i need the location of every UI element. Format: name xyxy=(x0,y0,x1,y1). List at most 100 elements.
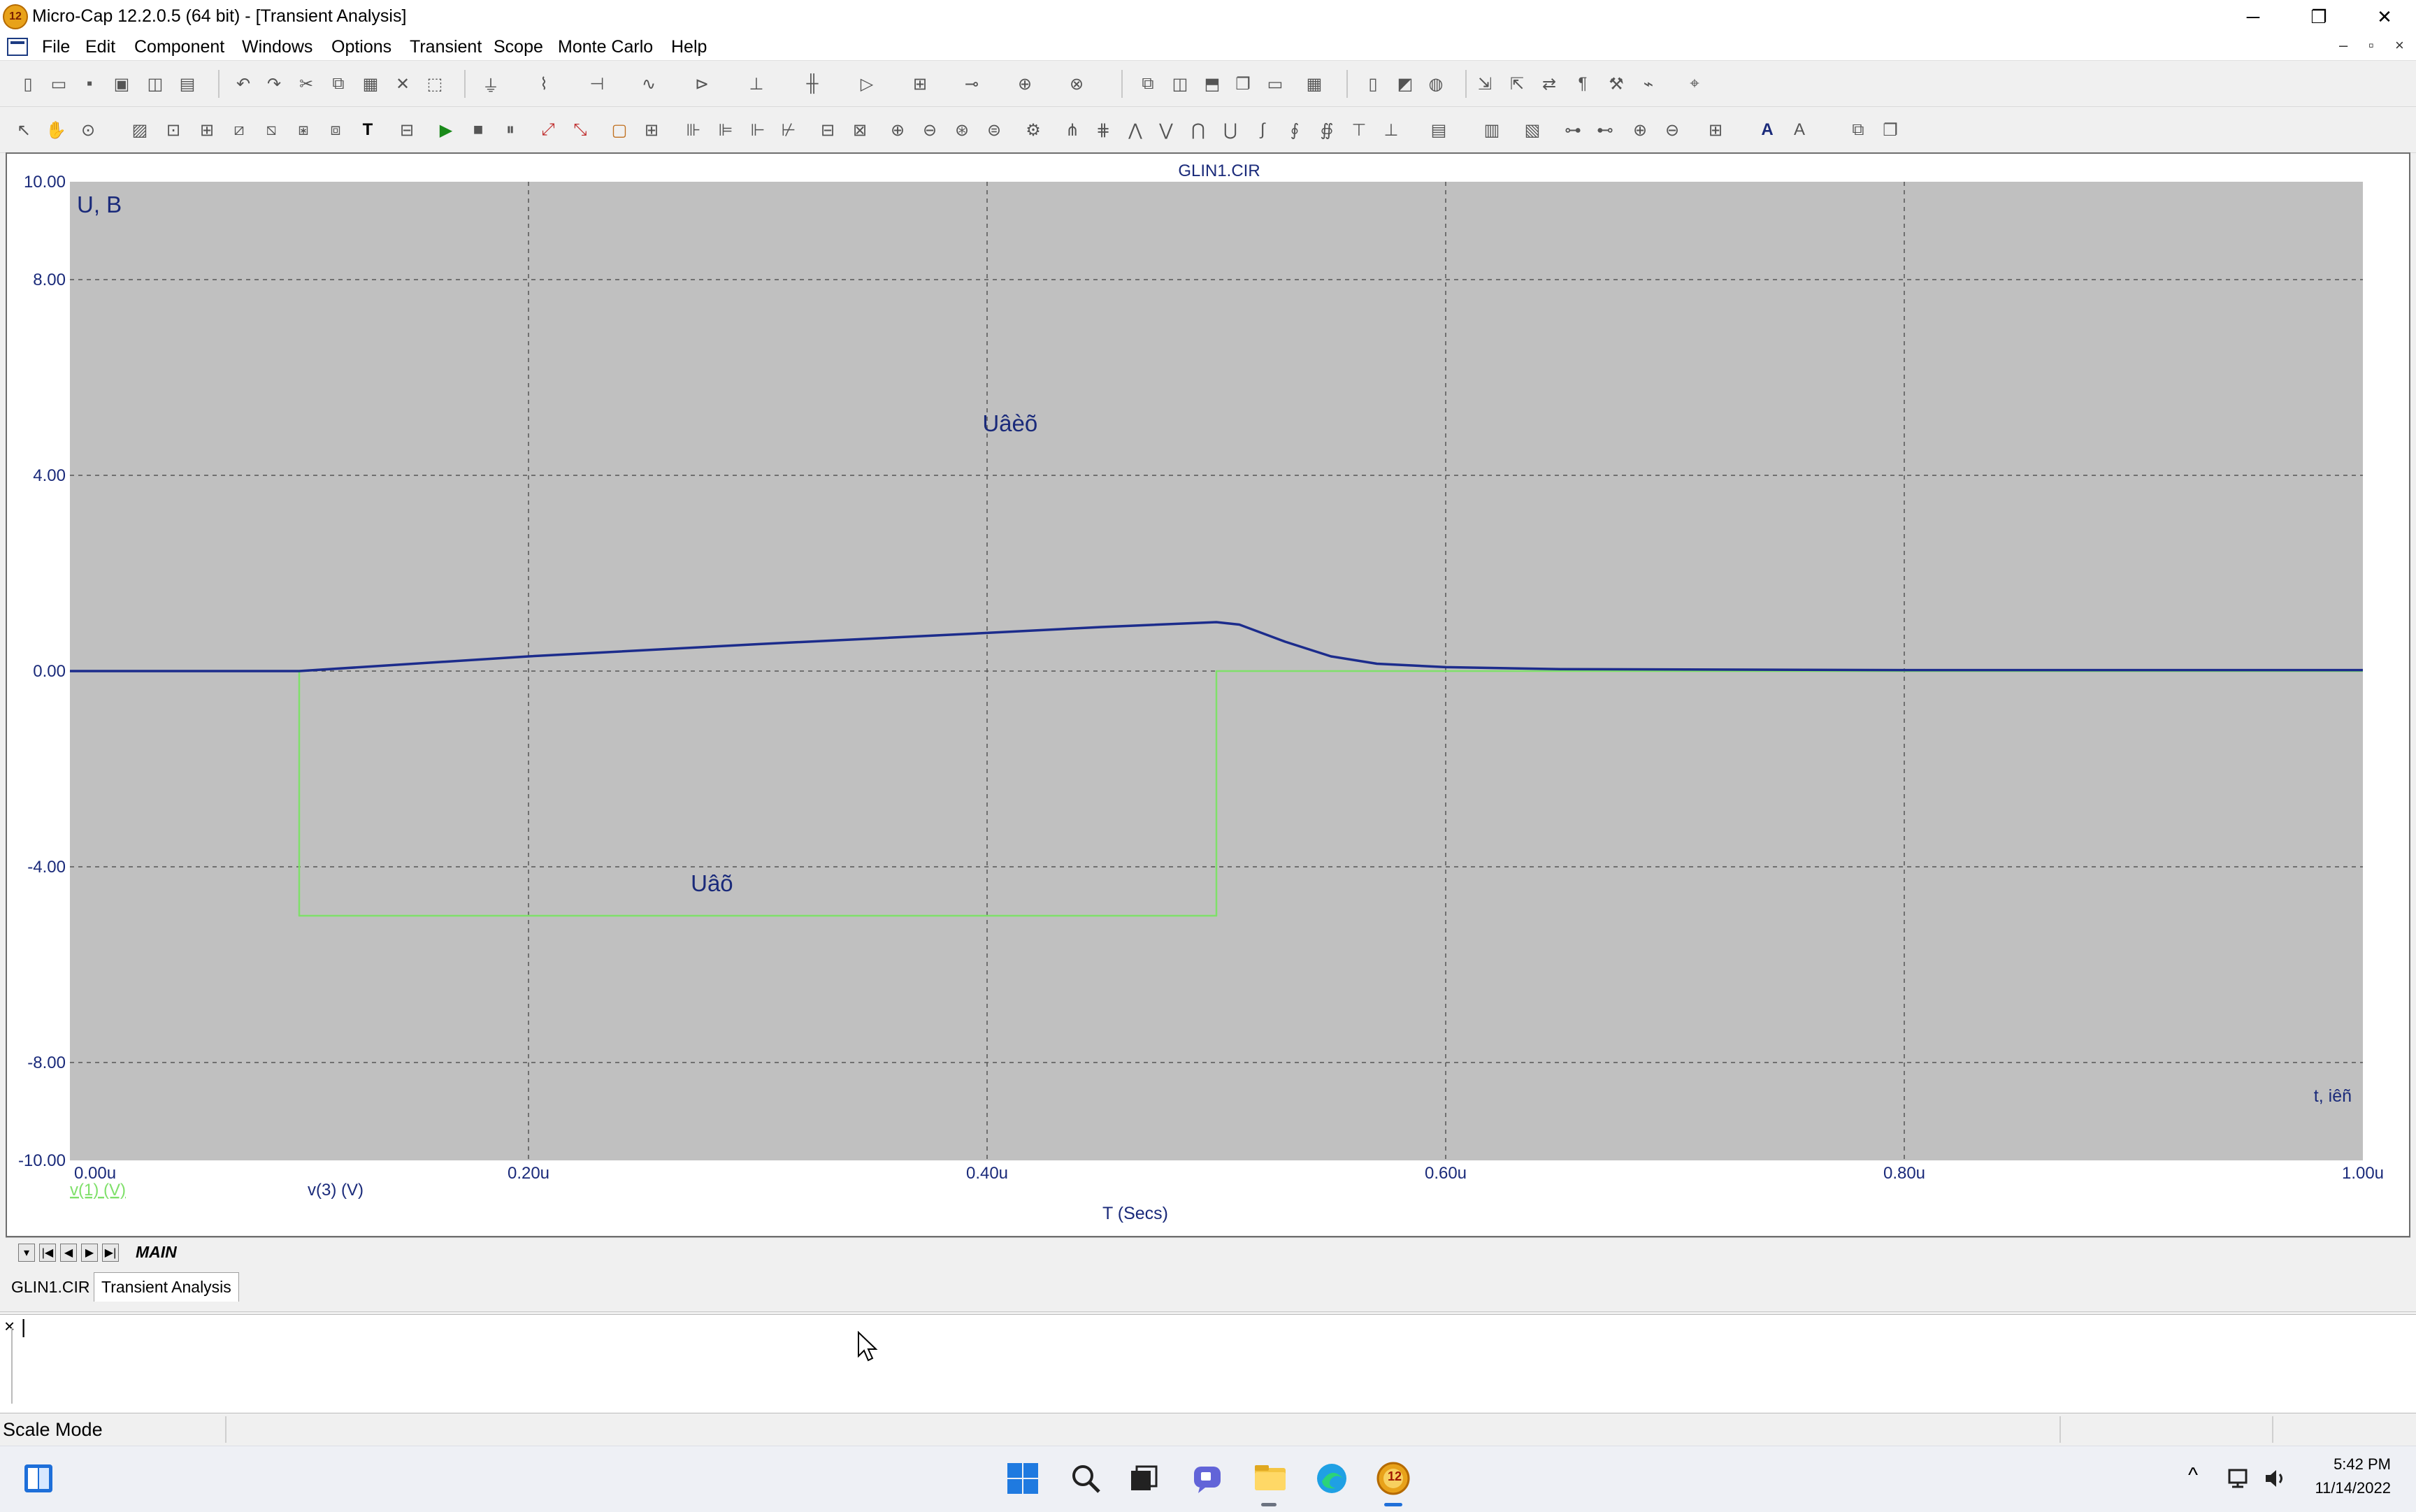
zoom-in-icon[interactable]: ⊕ xyxy=(885,117,910,143)
command-close-icon[interactable]: × xyxy=(4,1316,15,1337)
restore-button[interactable]: ❐ xyxy=(2286,0,2352,34)
scale-mode-icon[interactable]: ⊙ xyxy=(76,117,101,143)
ruler-icon[interactable]: ⊶ xyxy=(1560,117,1586,143)
clipboard-icon[interactable]: ▤ xyxy=(1426,117,1451,143)
save-icon[interactable]: ▪ xyxy=(77,71,102,96)
search-icon[interactable] xyxy=(1067,1460,1105,1497)
font-size-icon[interactable]: A xyxy=(1787,117,1812,143)
select-all-icon[interactable]: ⬚ xyxy=(422,71,447,96)
sheet-tab-main[interactable]: MAIN xyxy=(136,1243,177,1262)
edge-browser-icon[interactable] xyxy=(1313,1460,1351,1497)
microcap-app-icon[interactable]: 12 xyxy=(3,4,28,29)
auto-scale-icon[interactable]: ⊜ xyxy=(982,117,1007,143)
source-component-icon[interactable]: ⊕ xyxy=(1012,71,1037,96)
convert-icon[interactable]: ⇄ xyxy=(1537,71,1562,96)
menu-help[interactable]: Help xyxy=(671,37,707,57)
cut-icon[interactable]: ✂ xyxy=(294,71,319,96)
bottom-icon[interactable]: ⊥ xyxy=(1379,117,1404,143)
zoom-fit-icon[interactable]: ⊛ xyxy=(949,117,975,143)
run-icon[interactable]: ▶ xyxy=(433,117,459,143)
inductor-component-icon[interactable]: ∿ xyxy=(636,71,661,96)
mdi-minimize-button[interactable]: – xyxy=(2339,36,2347,55)
resistor-component-icon[interactable]: ⌇ xyxy=(531,71,556,96)
opamp-component-icon[interactable]: ▷ xyxy=(854,71,879,96)
bring-front-icon[interactable]: ⧉ xyxy=(1846,117,1871,143)
picture-icon[interactable]: ▨ xyxy=(127,117,152,143)
plus-mode-icon[interactable]: ⊷ xyxy=(1592,117,1618,143)
stepping-icon[interactable]: ⤢ xyxy=(535,117,561,143)
diode-component-icon[interactable]: ⊳ xyxy=(689,71,714,96)
grid-icon[interactable]: ⊞ xyxy=(639,117,664,143)
new-file-icon[interactable]: ▯ xyxy=(15,71,41,96)
close-button[interactable]: ✕ xyxy=(2352,0,2416,34)
open-file-icon[interactable]: ▭ xyxy=(46,71,71,96)
graph-scale-icon[interactable]: ⊡ xyxy=(161,117,186,143)
grid-layout-icon[interactable]: ⊞ xyxy=(1703,117,1728,143)
legend-series-v1[interactable]: v(1) (V) xyxy=(70,1181,126,1200)
menu-edit[interactable]: Edit xyxy=(85,37,115,57)
stop-icon[interactable]: ■ xyxy=(466,117,491,143)
sheet-first-button[interactable]: |◀ xyxy=(39,1244,56,1262)
send-back-icon[interactable]: ❐ xyxy=(1878,117,1903,143)
high-icon[interactable]: ⋂ xyxy=(1186,117,1211,143)
top-icon[interactable]: ⊤ xyxy=(1346,117,1372,143)
cursor-valley-icon[interactable]: ⊟ xyxy=(815,117,840,143)
widgets-icon[interactable] xyxy=(20,1460,57,1497)
low-icon[interactable]: ⋃ xyxy=(1218,117,1243,143)
battery-component-icon[interactable]: ⊞ xyxy=(907,71,933,96)
peak-icon[interactable]: ⋀ xyxy=(1123,117,1148,143)
cursor-right-icon[interactable]: ⊩ xyxy=(745,117,770,143)
analysis-plot-icon[interactable]: ⌁ xyxy=(1636,71,1661,96)
print-icon[interactable]: ▤ xyxy=(175,71,200,96)
clock-date[interactable]: 11/14/2022 xyxy=(2286,1479,2391,1497)
tray-overflow-icon[interactable]: ^ xyxy=(2188,1464,2198,1488)
valley-icon[interactable]: ⋁ xyxy=(1153,117,1179,143)
mdi-restore-button[interactable]: ▫ xyxy=(2368,36,2374,55)
tokens-icon[interactable]: ▧ xyxy=(1520,117,1545,143)
export-icon[interactable]: ⇱ xyxy=(1504,71,1530,96)
print-preview-icon[interactable]: ◫ xyxy=(143,71,168,96)
menu-scope[interactable]: Scope xyxy=(494,37,543,57)
copy-icon[interactable]: ⧉ xyxy=(326,71,351,96)
teams-chat-icon[interactable] xyxy=(1188,1460,1226,1497)
settings-icon[interactable]: ⚙ xyxy=(1021,117,1046,143)
text-tool-icon[interactable]: ¶ xyxy=(1570,71,1595,96)
global-high-icon[interactable]: ∮ xyxy=(1282,117,1307,143)
cursor-mode-icon[interactable]: ⊪ xyxy=(681,117,706,143)
command-panel[interactable] xyxy=(0,1314,2416,1413)
pause-icon[interactable]: ⏸ xyxy=(498,117,523,143)
menu-monte-carlo[interactable]: Monte Carlo xyxy=(558,37,653,57)
task-view-icon[interactable] xyxy=(1124,1460,1162,1497)
magnify-plus-icon[interactable]: ⊕ xyxy=(1627,117,1653,143)
menu-transient[interactable]: Transient xyxy=(410,37,482,57)
limits-icon[interactable]: ▢ xyxy=(607,117,632,143)
cascade-windows-icon[interactable]: ⧉ xyxy=(1135,71,1160,96)
switch-component-icon[interactable]: ⊸ xyxy=(959,71,984,96)
optimize-icon[interactable]: ⤡ xyxy=(568,117,593,143)
overlap-windows-icon[interactable]: ❐ xyxy=(1230,71,1256,96)
inflection-icon[interactable]: ∫ xyxy=(1250,117,1275,143)
calculator-icon[interactable]: ▦ xyxy=(1302,71,1327,96)
select-mode-icon[interactable]: ↖ xyxy=(11,117,36,143)
maximize-window-icon[interactable]: ▭ xyxy=(1263,71,1288,96)
mdi-close-button[interactable]: × xyxy=(2395,36,2404,55)
menu-file[interactable]: File xyxy=(42,37,70,57)
mosfet-component-icon[interactable]: ╫ xyxy=(800,71,825,96)
tag-icon[interactable]: ⧈ xyxy=(323,117,348,143)
save-all-icon[interactable]: ▣ xyxy=(109,71,134,96)
data-points-icon[interactable]: ▥ xyxy=(1479,117,1504,143)
properties-icon[interactable]: ⊟ xyxy=(394,117,419,143)
redo-icon[interactable]: ↷ xyxy=(261,71,287,96)
menu-windows[interactable]: Windows xyxy=(242,37,312,57)
tab-transient-analysis[interactable]: Transient Analysis xyxy=(94,1272,239,1302)
horizontal-tag-icon[interactable]: ⧄ xyxy=(226,117,252,143)
sheet-next-button[interactable]: ▶ xyxy=(81,1244,98,1262)
file-explorer-icon[interactable] xyxy=(1251,1460,1289,1497)
zoom-out-icon[interactable]: ⊖ xyxy=(917,117,942,143)
start-icon[interactable] xyxy=(1004,1460,1042,1497)
component-editor-icon[interactable]: ▯ xyxy=(1360,71,1386,96)
probe-icon[interactable]: ⌖ xyxy=(1682,71,1707,96)
sheet-prev-button[interactable]: ◀ xyxy=(60,1244,77,1262)
cursor-slope-icon[interactable]: ⊠ xyxy=(847,117,872,143)
menu-options[interactable]: Options xyxy=(331,37,391,57)
